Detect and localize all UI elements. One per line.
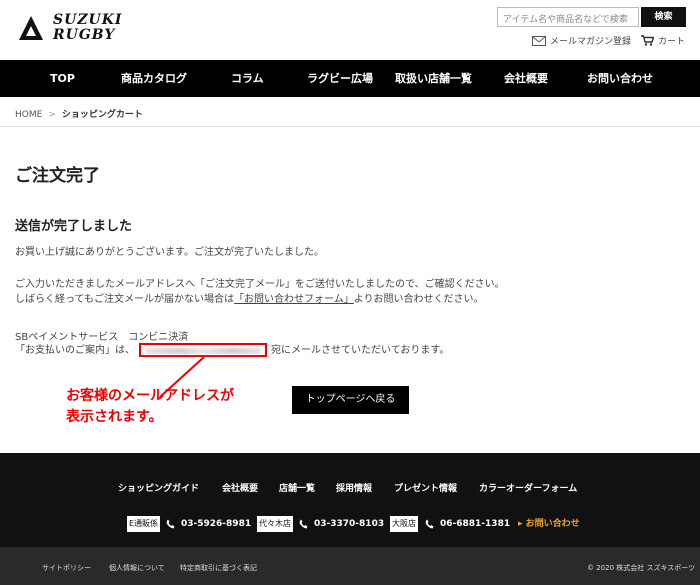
thanks-text: お買い上げ誠にありがとうございます。ご注文が完了いたしました。 [15, 247, 324, 258]
mail-magazine-link[interactable]: メールマガジン登録 [532, 34, 631, 47]
nav-item-catalog[interactable]: 商品カタログ [121, 60, 187, 97]
nav-item-column[interactable]: コラム [231, 60, 264, 97]
contact-phone-mail-order[interactable]: 03-5926-8981 [166, 516, 251, 532]
footer-link-stores[interactable]: 店舗一覧 [279, 481, 315, 494]
envelope-icon [532, 35, 546, 46]
nav-item-company[interactable]: 会社概要 [504, 60, 548, 97]
cart-label: カート [658, 37, 686, 47]
phone-icon [166, 519, 175, 529]
cart-icon [641, 35, 655, 46]
nav-item-stores[interactable]: 取扱い店舗一覧 [395, 60, 472, 97]
phone-number: 03-5926-8981 [181, 519, 252, 529]
customer-email-blurred [139, 343, 267, 357]
search-button[interactable]: 検索 [641, 7, 686, 27]
logo-mark-icon [19, 16, 43, 40]
footer-commerce-law-link[interactable]: 特定商取引に基づく表記 [180, 563, 257, 573]
annotation-line-1: お客様のメールアドレスが [66, 388, 234, 404]
phone-icon [425, 519, 434, 529]
contact-phone-yoyogi[interactable]: 03-3370-8103 [299, 516, 384, 532]
confirm-text-2-post: よりお問い合わせください。 [353, 294, 484, 305]
breadcrumb-home[interactable]: HOME [15, 110, 42, 120]
breadcrumb-separator: > [48, 110, 56, 120]
copyright-text: © 2020 株式会社 スズキスポーツ [587, 564, 696, 572]
footer-link-recruit[interactable]: 採用情報 [336, 481, 372, 494]
annotation-text: お客様のメールアドレスが 表示されます。 [66, 386, 234, 428]
footer-contact-link[interactable]: ▸ お問い合わせ [518, 516, 580, 532]
sub-footer: サイトポリシー 個人情報について 特定商取引に基づく表記 © 2020 株式会社… [0, 547, 700, 585]
confirm-text-2: しばらく経ってもご注文メールが届かない場合は「お問い合わせフォーム」よりお問い合… [15, 290, 484, 305]
cart-link[interactable]: カート [641, 34, 685, 47]
payment-text-2-pre: 「お支払いのご案内」は、 [15, 345, 135, 356]
footer-link-color-order[interactable]: カラーオーダーフォーム [479, 481, 577, 494]
back-to-top-button[interactable]: トップページへ戻る [292, 386, 409, 414]
contact-label-osaka: 大阪店 [390, 516, 418, 532]
mail-magazine-label: メールマガジン登録 [550, 37, 632, 47]
site-header: SUZUKI RUGBY アイテム名や商品名などで検索 検索 メールマガジン登録… [0, 0, 700, 60]
email-blur [145, 348, 261, 354]
nav-item-rugby-square[interactable]: ラグビー広場 [307, 60, 373, 97]
phone-number: 06-6881-1381 [440, 519, 511, 529]
breadcrumb: HOME > ショッピングカート [0, 97, 700, 127]
nav-item-contact[interactable]: お問い合わせ [587, 60, 653, 97]
footer-privacy-link[interactable]: 個人情報について [109, 563, 165, 573]
logo-text: SUZUKI RUGBY [53, 13, 122, 43]
contact-label-mail-order: E通販係 [127, 516, 161, 532]
contact-label-yoyogi: 代々木店 [257, 516, 293, 532]
annotation-line-2: 表示されます。 [66, 409, 163, 425]
footer-link-shopping-guide[interactable]: ショッピングガイド [118, 481, 199, 494]
phone-number: 03-3370-8103 [314, 519, 385, 529]
search-input[interactable]: アイテム名や商品名などで検索 [497, 7, 639, 27]
confirm-text-2-pre: しばらく経ってもご注文メールが届かない場合は [15, 294, 234, 305]
phone-icon [299, 519, 308, 529]
logo-line-2: RUGBY [53, 27, 116, 43]
header-links: メールマガジン登録 カート [532, 34, 695, 47]
global-nav: TOP 商品カタログ コラム ラグビー広場 取扱い店舗一覧 会社概要 お問い合わ… [0, 60, 700, 97]
confirm-text-1: ご入力いただきましたメールアドレスへ「ご注文完了メール」をご送付いたしましたので… [15, 279, 505, 290]
page-title: ご注文完了 [15, 166, 100, 186]
footer-link-company[interactable]: 会社概要 [222, 481, 258, 494]
site-logo[interactable]: SUZUKI RUGBY [15, 12, 122, 44]
site-footer: ショッピングガイド 会社概要 店舗一覧 採用情報 プレゼント情報 カラーオーダー… [0, 453, 700, 547]
footer-site-policy-link[interactable]: サイトポリシー [42, 563, 91, 573]
nav-item-top[interactable]: TOP [50, 60, 75, 97]
payment-text-2-post: 宛にメールさせていただいております。 [271, 345, 450, 356]
section-title: 送信が完了しました [15, 219, 133, 234]
logo-line-1: SUZUKI [53, 12, 123, 28]
contact-form-link[interactable]: 「お問い合わせフォーム」 [234, 294, 354, 305]
footer-link-present[interactable]: プレゼント情報 [394, 481, 457, 494]
breadcrumb-current: ショッピングカート [61, 110, 143, 120]
contact-phone-osaka[interactable]: 06-6881-1381 [425, 516, 510, 532]
payment-text-2: 「お支払いのご案内」は、 宛にメールさせていただいております。 [15, 341, 449, 357]
